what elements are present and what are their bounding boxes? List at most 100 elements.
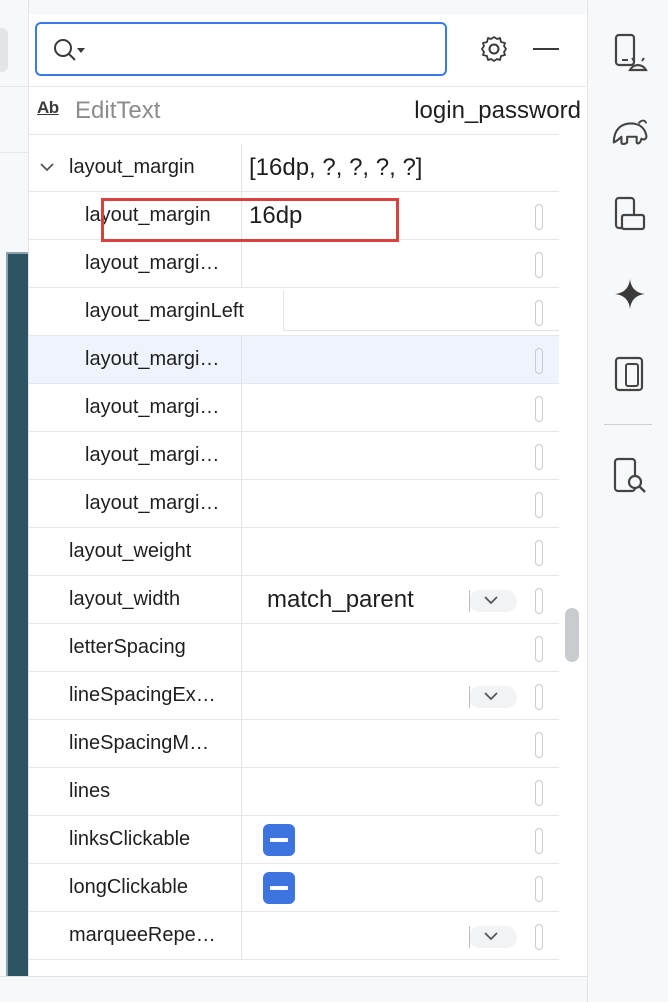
attribute-flag-icon[interactable] [535,732,543,758]
attribute-flag-icon[interactable] [535,924,543,950]
attr-row-layout-margin[interactable]: layout_margin [16dp, ?, ?, ?, ?] [29,144,559,192]
attr-row-letter-spacing[interactable]: letterSpacing [29,624,559,672]
attr-row-layout-margin-left[interactable]: layout_marginLeft [29,288,559,336]
attr-value[interactable]: [16dp, ?, ?, ?, ?] [249,144,422,191]
attr-row-lines[interactable]: lines [29,768,559,816]
column-divider [241,336,242,383]
app-inspection-icon[interactable] [610,456,650,496]
attribute-flag-icon[interactable] [535,204,543,230]
attr-name: layout_weight [69,540,192,562]
attr-name: layout_margi… [85,444,220,466]
component-type: EditText [75,97,161,124]
divider [0,152,28,153]
attribute-flag-icon[interactable] [535,396,543,422]
scrollbar-thumb[interactable] [565,608,579,662]
editor-left-strip [0,0,28,1002]
attr-name: lineSpacingEx… [69,684,216,706]
attr-name: layout_width [69,588,181,610]
attribute-flag-icon[interactable] [535,636,543,662]
chevron-down-icon [484,932,498,941]
attribute-flag-icon[interactable] [535,348,543,374]
attr-name: layout_margi… [85,396,220,418]
indeterminate-checkbox[interactable] [263,824,295,856]
column-divider [241,768,242,815]
attr-row-marquee-repeat[interactable]: marqueeRepe… [29,912,559,960]
column-divider [241,192,242,239]
attr-row-long-clickable[interactable]: longClickable [29,864,559,912]
column-divider [241,912,242,959]
attribute-flag-icon[interactable] [535,828,543,854]
attr-row-layout-weight[interactable]: layout_weight [29,528,559,576]
attr-row-line-spacing-extra[interactable]: lineSpacingEx… [29,672,559,720]
attr-row-line-spacing-multiplier[interactable]: lineSpacingM… [29,720,559,768]
right-tool-strip [587,0,668,1002]
attribute-flag-icon[interactable] [535,540,543,566]
dropdown-button[interactable] [469,590,517,612]
column-divider [241,384,242,431]
running-devices-icon[interactable] [610,194,650,234]
component-header: Ab EditText login_password [29,88,586,134]
chevron-down-icon [484,692,498,701]
attr-name: marqueeRepe… [69,924,216,946]
chevron-down-icon [484,596,498,605]
gear-icon[interactable] [479,34,509,64]
attr-row[interactable]: layout_margi… [29,240,559,288]
column-divider [241,576,242,623]
attribute-flag-icon[interactable] [535,300,543,326]
attr-row[interactable]: layout_margi… [29,384,559,432]
column-divider [241,672,242,719]
attr-row[interactable]: layout_margi… [29,432,559,480]
attr-value[interactable]: match_parent [267,576,414,623]
edittext-type-icon: Ab [37,98,59,117]
status-bar [0,976,668,1002]
divider [29,134,559,135]
attr-name: layout_margi… [85,492,220,514]
component-id[interactable]: login_password [414,97,581,125]
attr-value[interactable]: 16dp [249,192,302,239]
column-divider [241,864,242,911]
dropdown-button[interactable] [469,926,517,948]
gemini-sparkle-icon[interactable] [610,274,650,314]
column-divider [241,720,242,767]
gradle-elephant-icon[interactable] [610,112,650,152]
indeterminate-checkbox[interactable] [263,872,295,904]
search-icon[interactable] [53,38,87,67]
attr-row-selected[interactable]: layout_margi… [29,336,559,384]
attribute-flag-icon[interactable] [535,492,543,518]
panel-top-bar [29,0,586,14]
attr-name: layout_marginLeft [85,300,244,322]
attribute-flag-icon[interactable] [535,684,543,710]
divider [29,86,586,87]
attr-name: layout_margin [69,156,195,178]
divider [0,86,28,87]
attr-name: layout_margi… [85,348,220,370]
column-divider [241,240,242,287]
attribute-flag-icon[interactable] [535,876,543,902]
attribute-flag-icon[interactable] [535,252,543,278]
attr-row-links-clickable[interactable]: linksClickable [29,816,559,864]
device-mirroring-icon[interactable] [610,354,650,394]
design-preview-frame[interactable] [6,252,28,976]
attr-row[interactable]: layout_margi… [29,480,559,528]
attr-name: letterSpacing [69,636,186,658]
minimize-icon[interactable] [533,48,559,50]
attribute-flag-icon[interactable] [535,588,543,614]
attributes-table: layout_margin [16dp, ?, ?, ?, ?] layout_… [29,144,559,960]
dropdown-button[interactable] [469,686,517,708]
editor-toolbar-stub[interactable] [0,28,8,72]
attribute-flag-icon[interactable] [535,780,543,806]
attributes-panel: Ab EditText login_password layout_margin… [28,0,586,976]
column-divider [241,624,242,671]
attr-value-field[interactable] [283,291,559,331]
search-input[interactable] [93,34,437,66]
attr-row-layout-margin-all[interactable]: layout_margin 16dp [29,192,559,240]
attr-row-layout-width[interactable]: layout_width match_parent [29,576,559,624]
attr-name: lineSpacingM… [69,732,210,754]
chevron-down-icon[interactable] [39,160,55,178]
attr-name: linksClickable [69,828,191,850]
attribute-flag-icon[interactable] [535,444,543,470]
search-box[interactable] [35,22,447,76]
attr-name: lines [69,780,111,802]
device-manager-icon[interactable] [610,32,650,72]
divider [469,686,470,708]
